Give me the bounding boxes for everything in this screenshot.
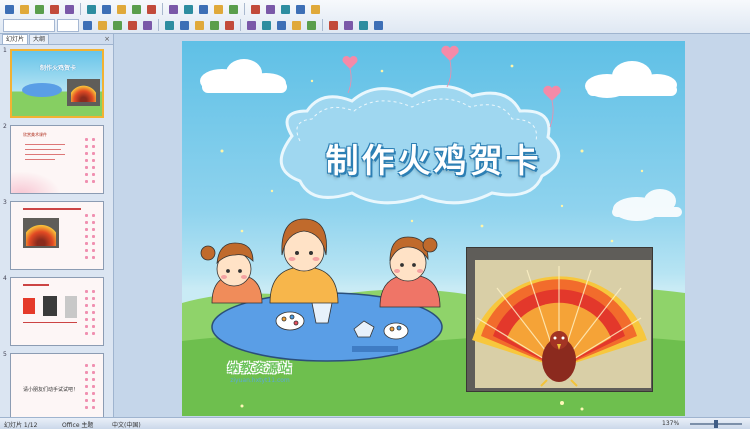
watermark: 纳教资源站 ziyuan.hxtyt11.com (210, 359, 310, 384)
new-icon[interactable] (3, 3, 16, 16)
zoom-icon[interactable] (294, 3, 307, 16)
insert-picture-icon[interactable] (249, 3, 262, 16)
toolbar-separator (240, 19, 241, 31)
zoom-slider-knob[interactable] (714, 420, 718, 428)
font-name-combo[interactable] (3, 18, 55, 32)
tab-slides[interactable]: 幻灯片 (2, 34, 29, 44)
thumb-title: 欣赏美术课件 (23, 132, 47, 137)
slide-number: 4 (3, 275, 7, 282)
new-slide2-icon[interactable] (327, 19, 340, 32)
underline-icon[interactable] (111, 19, 124, 32)
paste-icon[interactable] (145, 3, 158, 16)
research-icon[interactable] (100, 3, 113, 16)
align-left-icon[interactable] (141, 19, 154, 32)
fill-color-icon[interactable] (342, 19, 355, 32)
grayscale-icon[interactable] (279, 3, 292, 16)
cut-icon[interactable] (115, 3, 128, 16)
toolbar-separator (80, 3, 81, 15)
watermark-brand: 纳教资源站 (227, 361, 293, 375)
decrease-indent-icon[interactable] (260, 19, 273, 32)
font-size-combo[interactable] (57, 18, 79, 32)
slide-number: 3 (3, 199, 7, 206)
insert-chart-icon[interactable] (227, 3, 240, 16)
zoom-level[interactable]: 137% (662, 420, 679, 427)
open-icon[interactable] (18, 3, 31, 16)
italic-icon[interactable] (96, 19, 109, 32)
increase-indent-icon[interactable] (275, 19, 288, 32)
thumb-title: 请小朋友们动手试试吧！ (23, 387, 79, 393)
slide-number: 5 (3, 351, 7, 358)
help-icon[interactable] (309, 3, 322, 16)
turkey-card-photo[interactable] (466, 247, 653, 392)
cloud-left (200, 59, 287, 93)
language: 中文(中国) (112, 422, 141, 429)
print-icon[interactable] (48, 3, 61, 16)
cloud-small (612, 189, 682, 221)
girl-right (379, 236, 441, 308)
girl-left (200, 242, 263, 304)
numbering-icon[interactable] (193, 19, 206, 32)
close-icon[interactable]: × (104, 35, 110, 43)
tab-outline[interactable]: 大纲 (29, 34, 50, 44)
thumb-title: 制作火鸡贺卡 (40, 65, 77, 72)
toolbar-separator (322, 19, 323, 31)
align-right-icon[interactable] (178, 19, 191, 32)
slide-number: 1 (3, 47, 7, 54)
toolbar-row-formatting (0, 17, 385, 33)
bold-icon[interactable] (81, 19, 94, 32)
shadow-icon[interactable] (126, 19, 139, 32)
toolbar-separator (244, 3, 245, 15)
slide-thumbnail-3[interactable]: 3 (0, 199, 112, 273)
redo-icon[interactable] (197, 3, 210, 16)
slide-editor: 制作火鸡贺卡 纳教资源站 ziyuan.hxtyt11.com (115, 34, 750, 417)
cloud-right (585, 61, 677, 98)
status-bar: 幻灯片 1/12 Office 主题 中文(中国) 137% (0, 417, 750, 429)
grow-font-icon[interactable] (223, 19, 236, 32)
slide-thumbnail-2[interactable]: 2 欣赏美术课件 (0, 123, 112, 197)
slide-thumbnail-5[interactable]: 5 请小朋友们动手试试吧！ (0, 351, 112, 425)
turkey-card-image (472, 260, 651, 388)
design-icon[interactable] (305, 19, 318, 32)
toolbar-row-standard (0, 1, 322, 17)
save-icon[interactable] (33, 3, 46, 16)
line-color-icon[interactable] (357, 19, 370, 32)
panel-tabs: 幻灯片 大纲 (0, 34, 113, 45)
toolbar-separator (162, 3, 163, 15)
arrange-icon[interactable] (372, 19, 385, 32)
slide-thumbnail-1[interactable]: 1 制作火鸡贺卡 (0, 47, 112, 121)
slide-number: 2 (3, 123, 7, 130)
current-slide[interactable]: 制作火鸡贺卡 纳教资源站 ziyuan.hxtyt11.com (182, 41, 685, 416)
bullets-icon[interactable] (208, 19, 221, 32)
watermark-url: ziyuan.hxtyt11.com (230, 377, 290, 384)
undo-icon[interactable] (182, 3, 195, 16)
zoom-slider[interactable] (690, 420, 742, 428)
format-painter-icon[interactable] (167, 3, 180, 16)
preview-icon[interactable] (63, 3, 76, 16)
new-slide-icon[interactable] (264, 3, 277, 16)
insert-table-icon[interactable] (212, 3, 225, 16)
theme-name: Office 主题 (62, 422, 94, 429)
slide-counter: 幻灯片 1/12 (4, 422, 38, 429)
slide-title[interactable]: 制作火鸡贺卡 (182, 134, 685, 182)
align-center-icon[interactable] (163, 19, 176, 32)
toolbar (0, 0, 750, 34)
spelling-icon[interactable] (85, 3, 98, 16)
girl-middle (269, 218, 339, 304)
slide-thumbnail-4[interactable]: 4 (0, 275, 112, 349)
copy-icon[interactable] (130, 3, 143, 16)
slides-panel: 幻灯片 大纲 × 1 制作火鸡贺卡 2 欣赏美术课件 3 4 5 请小朋友们动手… (0, 34, 114, 422)
toolbar-separator (158, 19, 159, 31)
font-color-icon[interactable] (290, 19, 303, 32)
shrink-font-icon[interactable] (245, 19, 258, 32)
